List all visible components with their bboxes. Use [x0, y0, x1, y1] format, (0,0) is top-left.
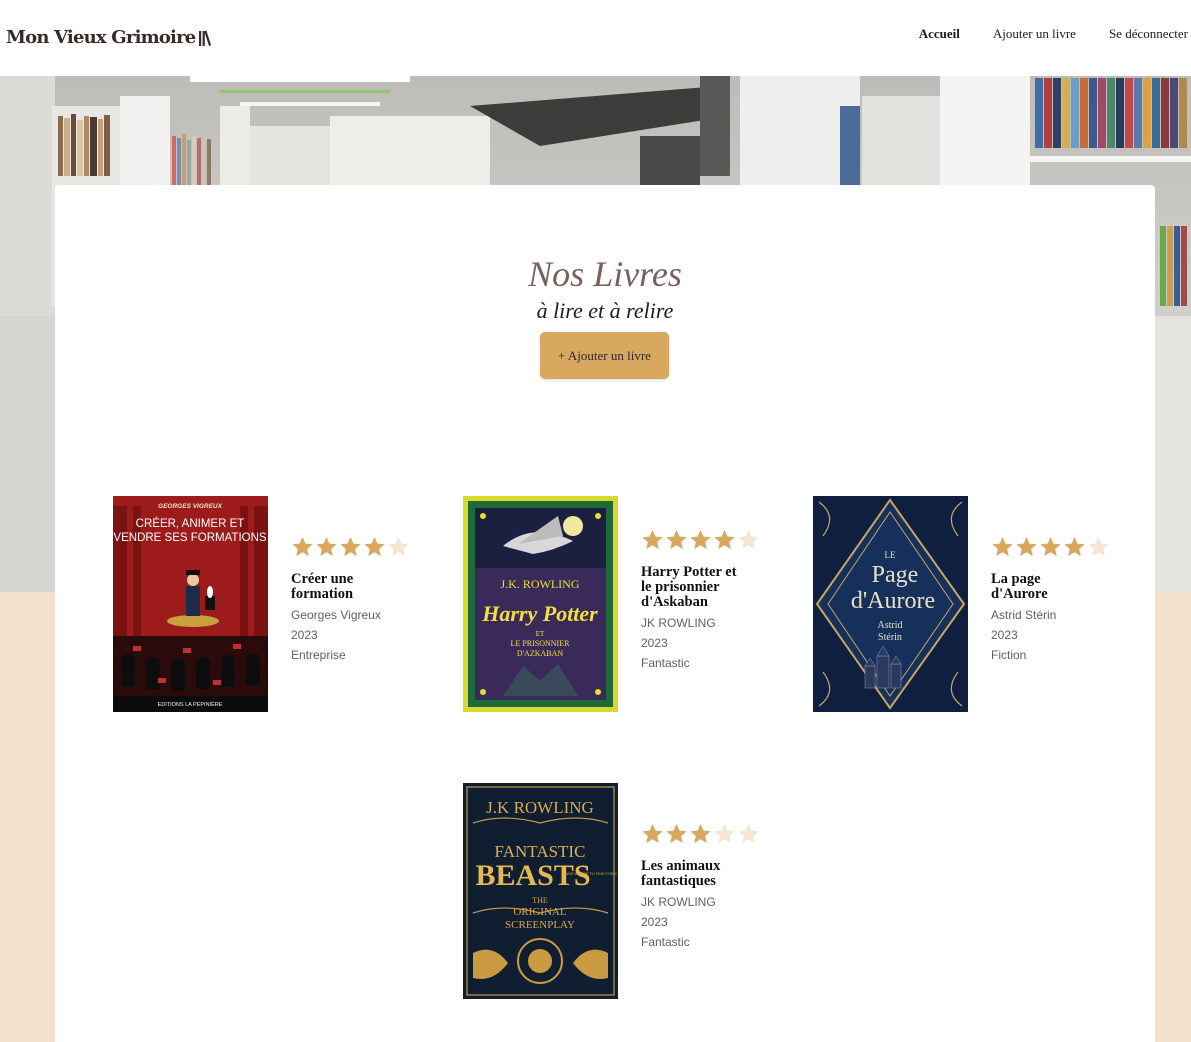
book-year: 2023	[291, 628, 318, 642]
book-cover-image: J.K ROWLING FANTASTIC BEASTS AND WHERE T…	[463, 783, 618, 999]
book-year: 2023	[991, 628, 1018, 642]
page-title: Nos Livres	[528, 254, 682, 294]
nav-link-ajouter-livre[interactable]: Ajouter un livre	[993, 26, 1076, 42]
star-filled-icon	[666, 529, 687, 550]
book-info: Créer une formation Georges Vigreux 2023…	[291, 536, 410, 665]
add-book-button[interactable]: + Ajouter un livre	[540, 332, 669, 379]
rating-stars	[991, 536, 1110, 558]
book-info: Les animaux fantastiques JK ROWLING 2023…	[641, 823, 760, 952]
star-filled-icon	[1040, 536, 1061, 557]
svg-text:d'Aurore: d'Aurore	[851, 588, 935, 614]
logo-text: Mon Vieux Grimoire	[6, 27, 196, 48]
book-year: 2023	[641, 636, 668, 650]
book-card[interactable]: LE Page d'Aurore Astrid Stérin La page d…	[813, 496, 1143, 713]
book-meta: JK ROWLING 2023 Fantastic	[641, 613, 760, 673]
book-title: Harry Potter et le prisonnier d'Askaban	[641, 564, 737, 610]
book-meta: Georges Vigreux 2023 Entreprise	[291, 605, 410, 665]
book-title: La page d'Aurore	[991, 571, 1048, 602]
star-empty-icon	[738, 529, 759, 550]
book-card[interactable]: GEORGES VIGREUX CRÉER, ANIMER ET VENDRE …	[113, 496, 443, 713]
star-empty-icon	[1088, 536, 1109, 557]
book-title: Les animaux fantastiques	[641, 858, 721, 889]
star-filled-icon	[642, 529, 663, 550]
star-empty-icon	[714, 823, 735, 844]
book-cover-image: J.K. ROWLING Harry Potter ET LE PRISONNI…	[463, 496, 618, 712]
site-header: Mon Vieux Grimoire Accueil Ajouter un li…	[0, 0, 1191, 76]
star-filled-icon	[690, 529, 711, 550]
star-filled-icon	[316, 536, 337, 557]
book-author: JK ROWLING	[641, 616, 716, 630]
svg-text:CRÉER, ANIMER ET: CRÉER, ANIMER ET	[136, 517, 245, 530]
svg-text:J.K ROWLING: J.K ROWLING	[486, 798, 594, 817]
book-meta: Astrid Stérin 2023 Fiction	[991, 605, 1110, 665]
svg-text:Stérin: Stérin	[878, 632, 902, 643]
svg-text:Astrid: Astrid	[878, 620, 903, 631]
rating-stars	[641, 529, 760, 551]
svg-text:SCREENPLAY: SCREENPLAY	[505, 919, 575, 931]
svg-text:Page: Page	[872, 562, 919, 588]
books-section: Nos Livres à lire et à relire + Ajouter …	[55, 185, 1155, 1042]
star-filled-icon	[992, 536, 1013, 557]
book-genre: Fiction	[991, 648, 1027, 662]
book-genre: Entreprise	[291, 648, 346, 662]
svg-text:LE PRISONNIER: LE PRISONNIER	[511, 639, 571, 648]
star-filled-icon	[1016, 536, 1037, 557]
book-card[interactable]: J.K ROWLING FANTASTIC BEASTS AND WHERE T…	[463, 783, 793, 1000]
rating-stars	[291, 536, 410, 558]
books-logo-icon	[198, 29, 214, 47]
star-filled-icon	[642, 823, 663, 844]
svg-text:Harry Potter: Harry Potter	[481, 601, 598, 626]
star-filled-icon	[340, 536, 361, 557]
book-year: 2023	[641, 915, 668, 929]
star-filled-icon	[714, 529, 735, 550]
book-genre: Fantastic	[641, 656, 690, 670]
star-empty-icon	[738, 823, 759, 844]
book-author: Astrid Stérin	[991, 608, 1057, 622]
svg-text:THE: THE	[532, 896, 548, 905]
star-filled-icon	[666, 823, 687, 844]
site-logo[interactable]: Mon Vieux Grimoire	[6, 27, 214, 48]
nav-link-accueil[interactable]: Accueil	[919, 26, 960, 42]
svg-text:ORIGINAL: ORIGINAL	[513, 906, 566, 918]
svg-text:AND WHERE TO FIND THEM: AND WHERE TO FIND THEM	[565, 872, 616, 876]
svg-text:VENDRE SES FORMATIONS: VENDRE SES FORMATIONS	[113, 532, 266, 544]
book-card[interactable]: J.K. ROWLING Harry Potter ET LE PRISONNI…	[463, 496, 793, 713]
svg-text:EDITIONS LA PÉPINIÈRE: EDITIONS LA PÉPINIÈRE	[158, 701, 223, 708]
book-meta: JK ROWLING 2023 Fantastic	[641, 892, 760, 952]
svg-text:D'AZKABAN: D'AZKABAN	[517, 649, 564, 658]
book-cover-image: GEORGES VIGREUX CRÉER, ANIMER ET VENDRE …	[113, 496, 268, 712]
book-info: La page d'Aurore Astrid Stérin 2023 Fict…	[991, 536, 1110, 665]
star-empty-icon	[388, 536, 409, 557]
star-filled-icon	[292, 536, 313, 557]
rating-stars	[641, 823, 760, 845]
book-author: JK ROWLING	[641, 895, 716, 909]
star-filled-icon	[1064, 536, 1085, 557]
svg-text:GEORGES VIGREUX: GEORGES VIGREUX	[158, 503, 223, 510]
book-info: Harry Potter et le prisonnier d'Askaban …	[641, 529, 760, 673]
main-nav: Accueil Ajouter un livre Se déconnecter	[919, 26, 1188, 42]
book-cover-image: LE Page d'Aurore Astrid Stérin	[813, 496, 968, 712]
svg-text:LE: LE	[885, 550, 896, 560]
book-genre: Fantastic	[641, 935, 690, 949]
svg-text:J.K. ROWLING: J.K. ROWLING	[501, 577, 580, 591]
page-subtitle: à lire et à relire	[536, 298, 674, 323]
nav-link-deconnecter[interactable]: Se déconnecter	[1109, 26, 1188, 42]
svg-text:ET: ET	[536, 630, 545, 638]
star-filled-icon	[690, 823, 711, 844]
star-filled-icon	[364, 536, 385, 557]
book-title: Créer une formation	[291, 571, 354, 602]
book-author: Georges Vigreux	[291, 608, 381, 622]
